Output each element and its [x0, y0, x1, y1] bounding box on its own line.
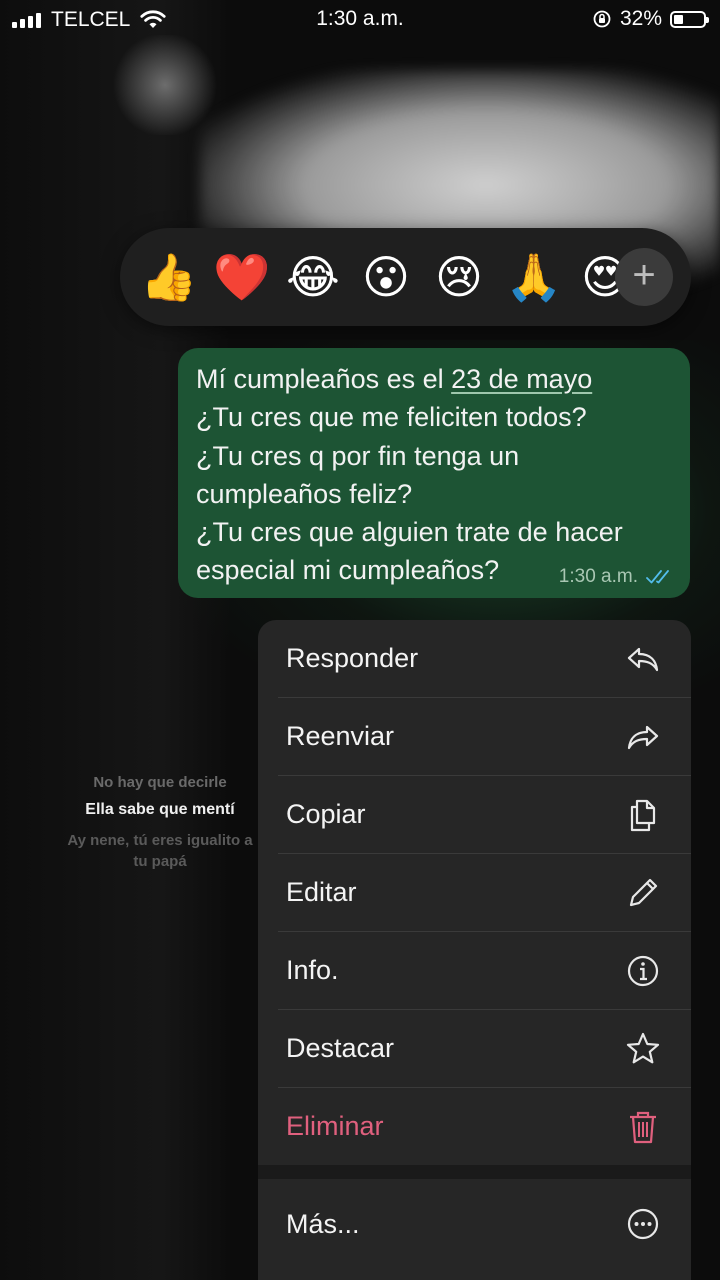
background-text: Ay nene, tú eres igualito a tu papá [40, 830, 280, 872]
message-line: cumpleaños feliz? [196, 478, 413, 509]
reaction-thumbs-up[interactable]: 👍 [140, 250, 197, 304]
trash-icon [630, 1111, 656, 1143]
message-meta: 1:30 a.m. [559, 566, 674, 588]
menu-item-info[interactable]: Info. [258, 932, 691, 1009]
reaction-open-mouth[interactable]: 😮 [359, 250, 413, 304]
menu-item-label: Responder [286, 643, 419, 673]
menu-item-label: Info. [286, 955, 339, 985]
status-bar: TELCEL 1:30 a.m. 32% [0, 0, 720, 38]
more-icon [627, 1208, 659, 1240]
message-line: ¿Tu cres q por fin tenga un [196, 440, 520, 471]
message-line: ¿Tu cres que me feliciten todos? [196, 402, 587, 433]
menu-item-eliminar[interactable]: Eliminar [258, 1088, 691, 1165]
forward-icon [627, 725, 659, 749]
background-text: No hay que decirle [93, 774, 227, 791]
menu-item-label: Más... [286, 1208, 360, 1239]
reaction-crying-face[interactable]: 😢 [432, 250, 486, 304]
background-text: Ella sabe que mentí [85, 801, 235, 818]
background-text-line: tu papá [133, 853, 187, 870]
copy-icon [630, 799, 656, 831]
menu-item-label: Destacar [286, 1033, 395, 1063]
battery-percent: 32% [619, 7, 662, 30]
menu-item-label: Editar [286, 877, 357, 907]
menu-item-copiar[interactable]: Copiar [258, 776, 691, 853]
more-reactions-button[interactable]: + [615, 248, 673, 306]
message-line: Mí cumpleaños es el 23 de mayo [196, 360, 672, 398]
pencil-icon [629, 878, 658, 906]
message-time: 1:30 a.m. [558, 566, 638, 587]
star-icon [626, 1032, 660, 1063]
menu-item-label: Eliminar [286, 1111, 384, 1141]
menu-item-reenviar[interactable]: Reenviar [258, 698, 691, 775]
menu-item-label: Reenviar [286, 721, 395, 751]
message-text: Mí cumpleaños es el [196, 364, 452, 394]
info-icon [627, 955, 659, 986]
menu-item-editar[interactable]: Editar [258, 854, 691, 931]
reaction-tears-of-joy[interactable]: 😂 [286, 250, 340, 304]
reaction-folded-hands[interactable]: 🙏 [505, 250, 562, 304]
message-line: ¿Tu cres que alguien trate de hacer [196, 517, 623, 548]
message-bubble[interactable]: Mí cumpleaños es el 23 de mayo ¿Tu cres … [178, 348, 690, 598]
background-text-line: Ay nene, tú eres igualito a [67, 832, 253, 849]
reaction-red-heart[interactable]: ❤️ [213, 250, 270, 304]
reaction-bar: 😍 🙏 😢 😮 😂 ❤️ 👍 + [120, 228, 691, 326]
menu-item-responder[interactable]: Responder [258, 620, 691, 697]
orientation-lock-icon [593, 10, 611, 28]
menu-item-mas[interactable]: Más... [258, 1179, 691, 1269]
menu-item-destacar[interactable]: Destacar [258, 1010, 691, 1087]
read-ticks-icon [646, 570, 669, 584]
reply-icon [627, 647, 659, 671]
menu-item-label: Copiar [286, 799, 366, 829]
context-menu: Responder Reenviar Copiar Editar Info. D… [258, 620, 691, 1280]
date-link[interactable]: 23 de mayo [451, 364, 592, 394]
battery-icon [670, 10, 709, 28]
